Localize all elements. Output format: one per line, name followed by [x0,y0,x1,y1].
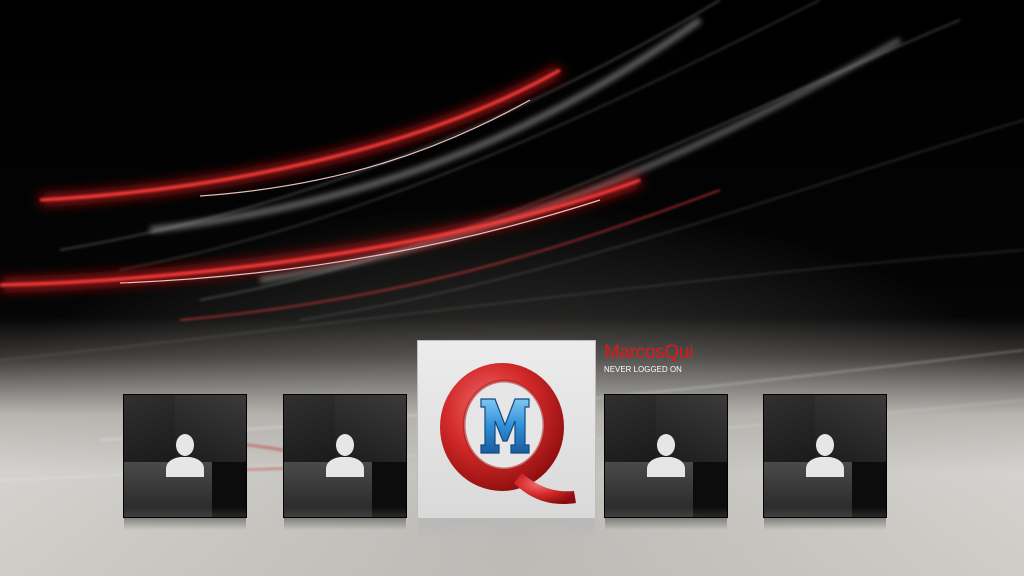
user-tile[interactable] [764,395,886,517]
generic-user-icon [326,434,364,477]
selected-user-tile[interactable] [418,341,595,518]
user-status-label: NEVER LOGGED ON [604,364,682,374]
user-name-label: MarcosQui [604,342,694,363]
user-tile[interactable] [124,395,246,517]
user-tile[interactable] [284,395,406,517]
login-screen: MarcosQui NEVER LOGGED ON [0,0,1024,576]
generic-user-icon [647,434,685,477]
qm-logo-icon [440,363,576,505]
generic-user-icon [806,434,844,477]
generic-user-icon [166,434,204,477]
user-tile[interactable] [605,395,727,517]
selected-user-info: MarcosQui NEVER LOGGED ON [604,342,693,375]
